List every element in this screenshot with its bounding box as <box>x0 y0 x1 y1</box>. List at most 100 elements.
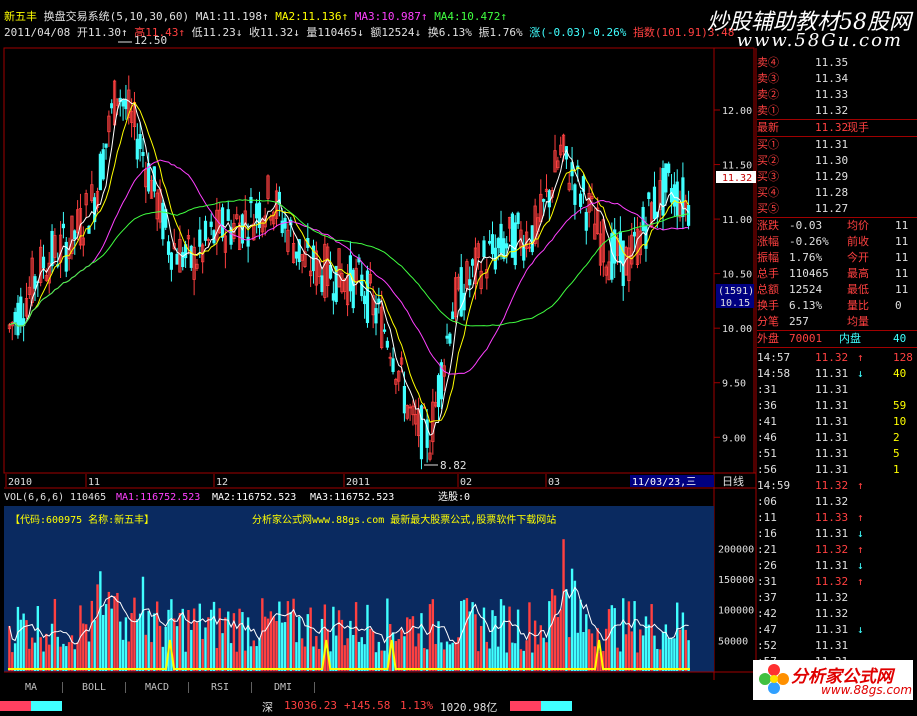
volume-bar[interactable] <box>624 634 628 671</box>
volume-bar[interactable] <box>190 629 193 671</box>
volume-bar[interactable] <box>195 622 199 671</box>
candle-body[interactable] <box>41 256 46 269</box>
volume-bar[interactable] <box>39 637 42 671</box>
tick-row[interactable]: :41 11.31 10 <box>757 414 917 430</box>
volume-bar[interactable] <box>533 620 537 671</box>
volume-bar[interactable] <box>423 648 426 671</box>
volume-bar[interactable] <box>155 601 159 671</box>
volume-bar[interactable] <box>138 613 142 671</box>
volume-bar[interactable] <box>548 601 551 671</box>
candle-body[interactable] <box>402 386 407 414</box>
volume-bar[interactable] <box>678 629 682 671</box>
volume-bar[interactable] <box>33 642 37 671</box>
tab-rsi[interactable]: RSI <box>189 682 252 693</box>
candle-body[interactable] <box>374 308 378 324</box>
candle-body[interactable] <box>166 241 171 255</box>
volume-bar[interactable] <box>303 646 307 671</box>
candle-body[interactable] <box>632 231 637 237</box>
candle-body[interactable] <box>686 205 691 226</box>
volume-bar[interactable] <box>667 638 670 671</box>
candle-body[interactable] <box>610 233 614 280</box>
tick-row[interactable]: 14:59 11.32 ↑ <box>757 478 917 494</box>
volume-bar[interactable] <box>604 628 608 671</box>
volume-bar[interactable] <box>343 645 346 671</box>
candle-body[interactable] <box>681 177 685 217</box>
volume-bar[interactable] <box>514 643 517 671</box>
volume-bar[interactable] <box>116 592 119 671</box>
tick-row[interactable]: :06 11.32 <box>757 494 917 510</box>
volume-bar[interactable] <box>110 608 113 671</box>
volume-bar[interactable] <box>633 601 636 671</box>
volume-bar[interactable] <box>22 613 25 671</box>
volume-bar[interactable] <box>315 636 318 671</box>
volume-bar[interactable] <box>62 643 65 671</box>
volume-bar[interactable] <box>479 626 483 671</box>
candle-body[interactable] <box>33 276 37 289</box>
volume-bar[interactable] <box>278 601 281 671</box>
volume-bar[interactable] <box>289 611 292 671</box>
tick-row[interactable]: :42 11.32 <box>757 606 917 622</box>
volume-bar[interactable] <box>212 601 216 671</box>
volume-bar[interactable] <box>59 646 62 671</box>
tick-row[interactable]: :26 11.31 ↓ <box>757 558 917 574</box>
volume-bar[interactable] <box>298 616 301 671</box>
volume-bar[interactable] <box>414 646 417 671</box>
volume-bar[interactable] <box>25 620 28 671</box>
candle-body[interactable] <box>496 238 500 249</box>
volume-bar[interactable] <box>121 639 125 671</box>
volume-bar[interactable] <box>218 608 221 671</box>
volume-bar[interactable] <box>630 631 633 671</box>
candle-body[interactable] <box>382 329 387 332</box>
volume-bar[interactable] <box>579 599 582 671</box>
volume-bar[interactable] <box>383 650 386 671</box>
candle-body[interactable] <box>226 209 230 221</box>
volume-bar[interactable] <box>428 604 432 671</box>
volume-bar[interactable] <box>440 642 443 671</box>
volume-bar[interactable] <box>241 612 244 671</box>
tab-macd[interactable]: MACD <box>126 682 189 693</box>
candle-body[interactable] <box>573 184 577 205</box>
volume-bar[interactable] <box>377 641 381 671</box>
tick-list[interactable]: 14:57 11.32 ↑ 128 14:58 11.31 ↓ 40:31 11.31:36 11… <box>757 350 917 670</box>
volume-bar[interactable] <box>53 598 57 671</box>
volume-bar[interactable] <box>221 633 224 671</box>
volume-bar[interactable] <box>525 640 528 671</box>
volume-bar[interactable] <box>238 608 241 671</box>
candle-body[interactable] <box>664 163 668 193</box>
volume-bar[interactable] <box>337 610 341 671</box>
volume-bar[interactable] <box>360 637 363 671</box>
volume-bar[interactable] <box>684 629 687 671</box>
volume-bar[interactable] <box>73 649 76 671</box>
volume-bar[interactable] <box>36 606 40 671</box>
volume-bar[interactable] <box>258 637 261 671</box>
volume-bar[interactable] <box>664 624 668 671</box>
volume-bar[interactable] <box>639 629 642 671</box>
volume-bar[interactable] <box>582 632 585 671</box>
candle-body[interactable] <box>451 311 455 320</box>
tick-row[interactable]: :52 11.31 <box>757 638 917 654</box>
volume-bar[interactable] <box>568 637 571 671</box>
candlestick-series[interactable] <box>7 75 691 470</box>
candle-body[interactable] <box>468 279 472 286</box>
volume-bar[interactable] <box>420 613 423 671</box>
volume-bar[interactable] <box>56 636 59 671</box>
volume-bar[interactable] <box>229 643 233 671</box>
candle-body[interactable] <box>505 243 509 249</box>
volume-bar[interactable] <box>562 539 565 671</box>
candle-body[interactable] <box>516 212 520 225</box>
volume-bar[interactable] <box>607 609 611 671</box>
candle-body[interactable] <box>448 333 452 344</box>
volume-bar[interactable] <box>658 649 662 671</box>
volume-bar[interactable] <box>366 604 369 671</box>
volume-bar[interactable] <box>107 591 111 671</box>
candle-body[interactable] <box>13 311 17 323</box>
volume-bar[interactable] <box>465 598 469 671</box>
volume-bar[interactable] <box>650 604 653 671</box>
volume-bar[interactable] <box>488 648 491 671</box>
candle-body[interactable] <box>138 134 142 150</box>
volume-bar[interactable] <box>508 606 511 671</box>
volume-bar[interactable] <box>502 605 506 671</box>
volume-bar[interactable] <box>553 595 557 671</box>
volume-bar[interactable] <box>573 580 577 671</box>
candle-body[interactable] <box>104 143 108 148</box>
